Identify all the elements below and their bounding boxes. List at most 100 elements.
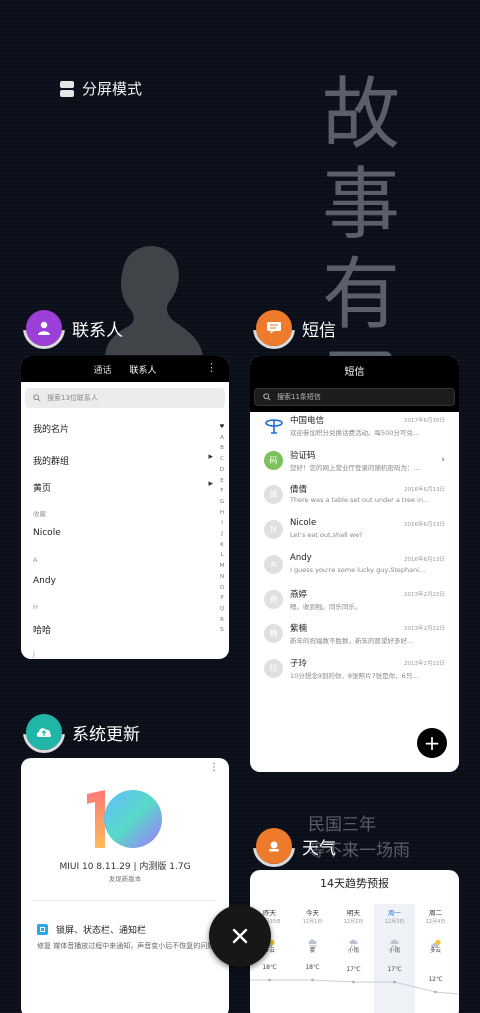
thread-preview: I guess you're some lucky guy,Stephani..… — [290, 565, 426, 574]
tab-calls[interactable]: 通话 — [93, 363, 111, 376]
contact-item[interactable]: Andy — [33, 576, 56, 586]
alphabet-index[interactable]: ♥ A B C D E F G H I J K L M N O P Q R S — [218, 422, 226, 636]
thread-preview: 欢迎参加积分兑换话费活动。每500分可兑... — [290, 429, 420, 437]
close-all-button[interactable] — [209, 905, 271, 967]
thread-date: 2017年6月30日 — [404, 418, 445, 424]
contact-item[interactable]: 哈哈 — [33, 623, 51, 636]
thread-name: Andy — [290, 552, 312, 563]
thread-date: 2016年6月13日 — [404, 556, 445, 563]
version-text: MIUI 10 8.11.29 | 内测版 1.7G — [59, 862, 191, 872]
thread-date: 2016年6月13日 — [404, 522, 445, 529]
thread-date: 2013年2月22日 — [404, 626, 445, 633]
contact-avatar: 码 — [264, 450, 283, 470]
divider — [33, 900, 217, 901]
feature-description: 修复 媒体音播放过程中来通知，声音变小后不恢复的问题 — [37, 942, 215, 950]
section-header: H — [33, 603, 38, 611]
contacts-app-header: 联系人 — [23, 310, 123, 349]
temperature-trend-line — [250, 978, 459, 995]
thread-preview: 您好！您的网上营业厅登录的随机密码为：... — [290, 463, 420, 472]
thread-name: 子玲 — [290, 658, 308, 669]
close-icon — [232, 928, 248, 944]
thread-date: 2013年2月22日 — [404, 591, 445, 598]
thread-preview: Let's eat out,shall we? — [290, 531, 363, 540]
thread-name: 倩倩 — [290, 485, 308, 496]
contacts-search-placeholder: 搜索13位联系人 — [47, 394, 98, 402]
sms-app-icon — [253, 310, 295, 349]
weather-card[interactable]: 14天趋势预报 昨天 11月30日 多云 今天 12月1日雾明天 12月2日 小雨 周一 12月… — [250, 870, 459, 1013]
message-thread-item[interactable]: N Nicole 2016年6月13日 Let's eat out,shall we? — [250, 518, 459, 552]
lockscreen-icon — [37, 924, 48, 935]
temperature-point — [268, 978, 271, 982]
contact-item[interactable]: Nicole — [33, 528, 61, 538]
update-card[interactable]: ⋮ MIUI 10 8.11.29 | 内测版 1.7G 发现新版本 锁屏、状态… — [21, 758, 229, 1013]
thread-name: 紫楠 — [290, 624, 308, 635]
tab-contacts[interactable]: 联系人 — [130, 363, 157, 376]
new-version-text: 发现新版本 — [108, 875, 142, 883]
contacts-tabbar: 通话 联系人 ⋮ — [21, 356, 229, 382]
section-header: A — [33, 556, 38, 564]
weather-app-header: 天气 — [253, 828, 336, 867]
thread-name: 中国电信 — [290, 416, 325, 426]
contacts-search-input[interactable]: 搜索13位联系人 — [25, 388, 225, 408]
my-card-item[interactable]: 我的名片 — [33, 422, 69, 435]
china-telecom-logo — [264, 416, 283, 435]
yellow-pages-item[interactable]: 黄页 — [33, 481, 51, 494]
my-groups-item[interactable]: 我的群组 — [33, 454, 69, 467]
message-thread-item[interactable]: 倩倩倩 2016年6月13日 There was a table set out u… — [250, 483, 459, 517]
temperature-point — [434, 990, 437, 994]
sms-card[interactable]: 短信 搜索11条短信 中国电信 2017年6月30日欢迎参加积分兑换话费活动。每5… — [250, 356, 459, 772]
weather-app-icon — [253, 828, 295, 867]
contact-avatar: N — [264, 520, 283, 540]
message-thread-item[interactable]: 码验证码您好！您的网上营业厅登录的随机密码为：... › — [250, 449, 459, 483]
thread-date: 2013年2月22日 — [404, 660, 445, 667]
temperature-point — [352, 980, 355, 984]
weather-app-name: 天气 — [302, 838, 336, 859]
chevron-right-icon: ▸ — [208, 479, 213, 489]
sms-search-input[interactable]: 搜索11条短信 — [254, 388, 455, 406]
message-thread-item[interactable]: 玲子玲 2013年2月22日 10分想念9到的你，8张照片7张是你，6只... — [250, 657, 459, 691]
message-thread-item[interactable]: 燕燕婷 2013年2月22日嗯。收到啦。同乐同乐。 — [250, 588, 459, 622]
split-screen-icon — [60, 80, 74, 97]
contacts-app-icon — [23, 310, 65, 349]
temperature-point — [393, 980, 396, 984]
thread-preview: 嗯。收到啦。同乐同乐。 — [290, 602, 362, 611]
sms-app-name: 短信 — [302, 320, 336, 341]
split-screen-button[interactable]: 分屏模式 — [60, 78, 142, 99]
temperature-point — [311, 978, 314, 982]
update-app-icon — [23, 714, 65, 753]
thread-date: 2016年6月13日 — [404, 487, 445, 494]
section-favorites: 收藏 — [33, 510, 46, 518]
feature-title: 锁屏、状态栏、通知栏 — [56, 926, 147, 936]
thread-name: Nicole — [290, 518, 317, 529]
miui10-logo — [87, 790, 162, 848]
message-thread-item[interactable]: 中国电信 2017年6月30日欢迎参加积分兑换话费活动。每500分可兑... — [250, 414, 459, 448]
chevron-right-icon: ▸ — [208, 452, 213, 462]
thread-name: 验证码 — [290, 450, 316, 461]
feature-item: 锁屏、状态栏、通知栏 — [37, 923, 146, 936]
thread-name: 燕婷 — [290, 589, 308, 600]
message-thread-item[interactable]: A Andy 2016年6月13日 I guess you're some lucky… — [250, 553, 459, 587]
contact-avatar: 燕 — [264, 589, 283, 609]
more-icon[interactable]: ⋮ — [209, 762, 219, 773]
sms-app-header: 短信 — [253, 310, 336, 349]
thread-preview: There was a table set out under a tree i… — [290, 496, 430, 505]
new-message-button[interactable]: + — [417, 728, 447, 758]
search-icon — [33, 394, 41, 402]
update-app-name: 系统更新 — [72, 724, 140, 745]
sms-search-placeholder: 搜索11条短信 — [277, 393, 321, 401]
contacts-card[interactable]: 通话 联系人 ⋮ 搜索13位联系人 我的名片 我的群组 ▸ 黄页 ▸ 收藏 Ni… — [21, 356, 229, 659]
thread-preview: 新年的祝福数不胜数，新年的愿望好多好... — [290, 637, 414, 646]
contact-avatar: A — [264, 554, 283, 574]
update-app-header: 系统更新 — [23, 714, 140, 753]
thread-preview: 10分想念9到的你，8张照片7张是你，6只... — [290, 671, 419, 680]
sms-title: 短信 — [250, 356, 459, 384]
split-screen-label: 分屏模式 — [82, 80, 143, 98]
contact-avatar: 倩 — [264, 485, 283, 505]
contact-avatar: 楠 — [264, 624, 283, 644]
chevron-right-icon: › — [441, 454, 445, 465]
contact-avatar: 玲 — [264, 658, 283, 678]
more-icon[interactable]: ⋮ — [206, 361, 217, 374]
search-icon — [263, 393, 271, 401]
contacts-app-name: 联系人 — [72, 320, 123, 341]
message-thread-item[interactable]: 楠紫楠 2013年2月22日新年的祝福数不胜数，新年的愿望好多好... — [250, 622, 459, 656]
